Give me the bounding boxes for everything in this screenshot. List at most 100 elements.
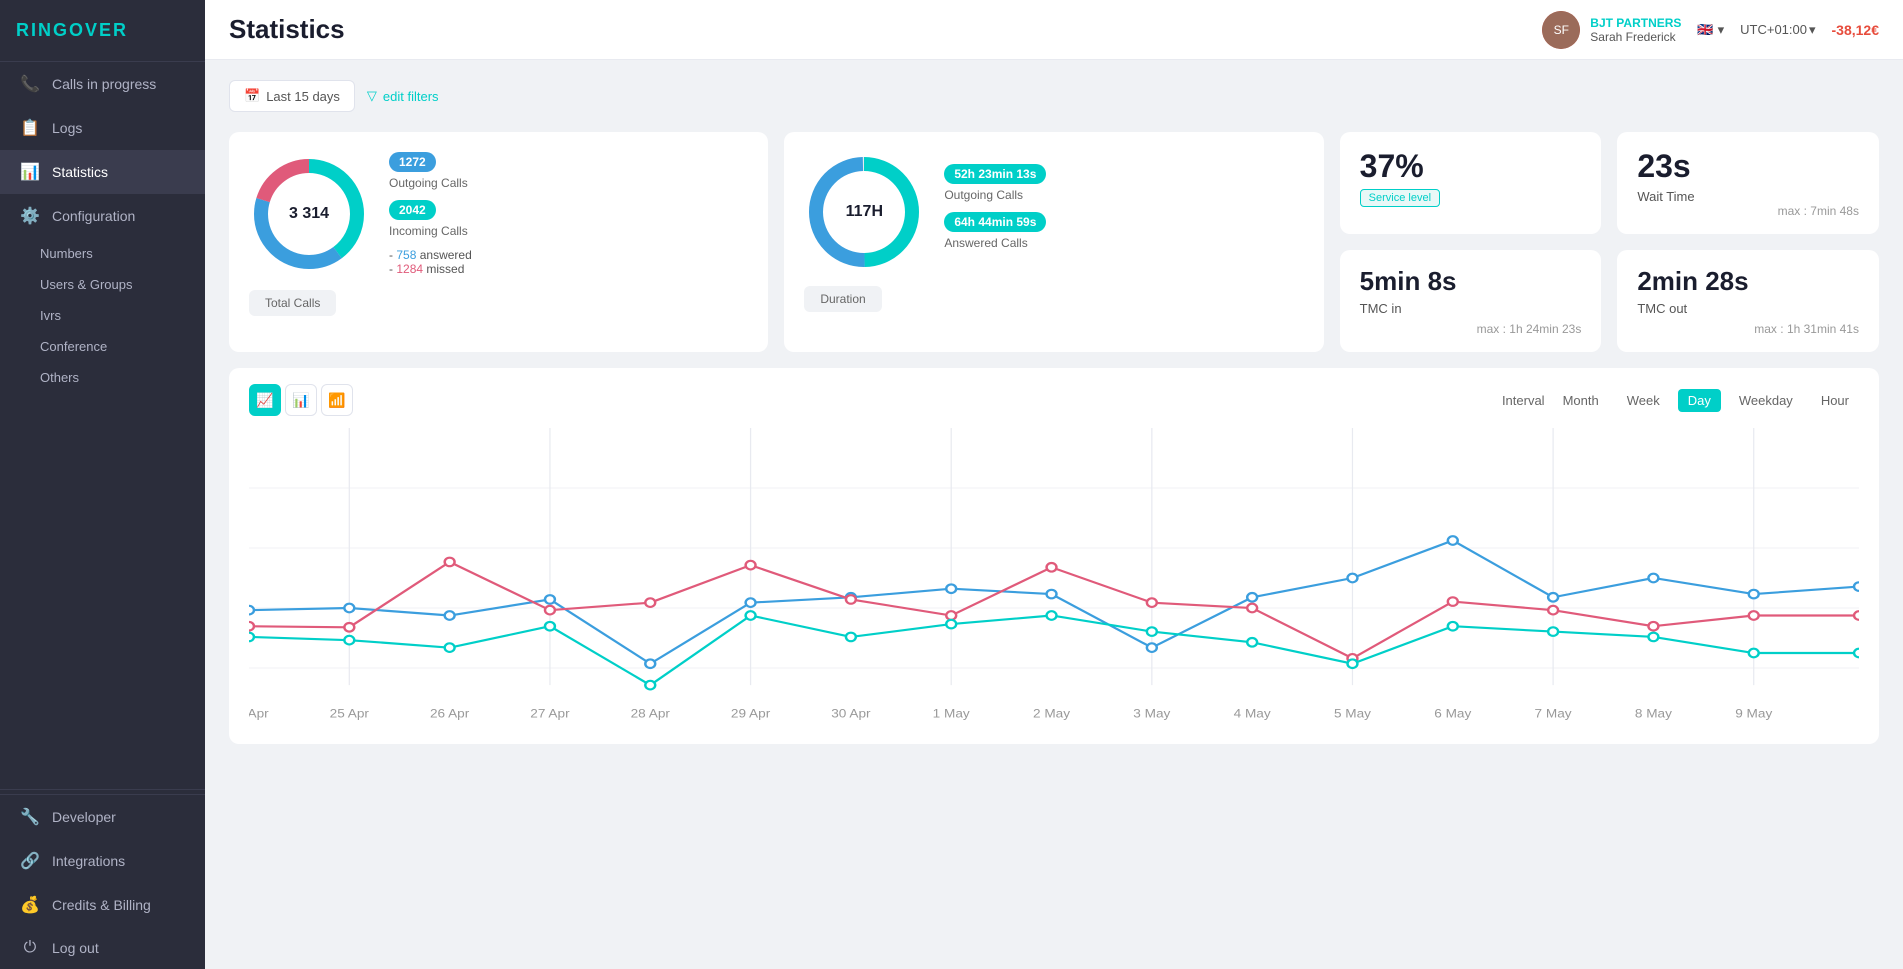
blue-dot (1749, 590, 1759, 599)
stacked-chart-button[interactable]: 📶 (321, 384, 353, 416)
period-filter-button[interactable]: 📅 Last 15 days (229, 80, 355, 112)
timezone-selector[interactable]: UTC+01:00 ▾ (1740, 22, 1815, 38)
sidebar-sub-others[interactable]: Others (0, 362, 205, 393)
edit-filters-button[interactable]: ▽ edit filters (367, 88, 439, 104)
sidebar-item-credits-billing[interactable]: 💰 Credits & Billing (0, 883, 205, 927)
donut-wrap: 3 314 (249, 154, 369, 274)
teal-dot (1348, 659, 1358, 668)
pink-line (249, 562, 1859, 658)
interval-month[interactable]: Month (1553, 389, 1609, 412)
blue-dot (645, 659, 655, 668)
filter-bar: 📅 Last 15 days ▽ edit filters (229, 80, 1879, 112)
sidebar-item-developer[interactable]: 🔧 Developer (0, 794, 205, 839)
teal-dot (1047, 611, 1057, 620)
pink-dot (946, 611, 956, 620)
avatar-initials: SF (1542, 11, 1580, 49)
user-name: Sarah Frederick (1590, 30, 1681, 44)
pink-dot (1854, 611, 1859, 620)
avatar: SF (1542, 11, 1580, 49)
sidebar-item-log-out[interactable]: ⏻ Log out (0, 927, 205, 969)
integrations-icon: 🔗 (20, 851, 40, 871)
interval-day[interactable]: Day (1678, 389, 1721, 412)
teal-dot (1854, 649, 1859, 658)
developer-icon: 🔧 (20, 807, 40, 827)
sidebar-item-label: Configuration (52, 208, 135, 224)
duration-footer: Duration (804, 286, 1303, 312)
donut-card: 3 314 1272 Outgoing Calls 2042 Incoming … (249, 152, 748, 276)
duration-info: 52h 23min 13s Outgoing Calls 64h 44min 5… (944, 164, 1303, 260)
teal-dot (946, 620, 956, 629)
outgoing-count: 1272 (389, 152, 436, 172)
blue-dot (1548, 593, 1558, 602)
duration-footer-button[interactable]: Duration (804, 286, 881, 312)
user-details: BJT PARTNERS Sarah Frederick (1590, 16, 1681, 44)
duration-donut-card: 117H 52h 23min 13s Outgoing Calls 64h 44… (804, 152, 1303, 272)
pink-dot (1147, 598, 1157, 607)
wait-time-value: 23s (1637, 148, 1859, 185)
mini-stats-grid: 37% Service level 23s Wait Time max : 7m… (1340, 132, 1879, 352)
x-label: 2 May (1033, 706, 1071, 720)
missed-info: - 1284 missed (389, 262, 748, 276)
calendar-icon: 📅 (244, 88, 260, 104)
sidebar: RINGOVER 📞 Calls in progress 📋 Logs 📊 St… (0, 0, 205, 969)
teal-dot (545, 622, 555, 631)
chart-toolbar: 📈 📊 📶 Interval Month Week Day Weekday Ho… (249, 384, 1859, 416)
sidebar-item-logs[interactable]: 📋 Logs (0, 106, 205, 150)
interval-week[interactable]: Week (1617, 389, 1670, 412)
total-calls-value: 3 314 (289, 205, 329, 223)
x-label: 29 Apr (731, 706, 771, 720)
balance: -38,12€ (1832, 22, 1879, 38)
tmc-out-card: 2min 28s TMC out max : 1h 31min 41s (1617, 250, 1879, 352)
bar-chart-button[interactable]: 📊 (285, 384, 317, 416)
tmc-in-label: TMC in (1360, 301, 1582, 316)
period-label: Last 15 days (266, 89, 340, 104)
duration-answered-time: 64h 44min 59s (944, 212, 1046, 232)
sidebar-item-label: Logs (52, 120, 82, 136)
total-calls-footer-button[interactable]: Total Calls (249, 290, 336, 316)
sidebar-sub-conference[interactable]: Conference (0, 331, 205, 362)
tmc-in-max: max : 1h 24min 23s (1360, 322, 1582, 336)
sidebar-sub-label: Numbers (40, 246, 93, 261)
blue-dot (946, 584, 956, 593)
chart-interval: Interval Month Week Day Weekday Hour (1502, 389, 1859, 412)
service-level-label: Service level (1360, 189, 1440, 207)
blue-dot (1448, 536, 1458, 545)
duration-answered-label: Answered Calls (944, 236, 1303, 250)
line-chart-button[interactable]: 📈 (249, 384, 281, 416)
line-chart-svg: 24 Apr 25 Apr 26 Apr 27 Apr 28 Apr 29 Ap… (249, 428, 1859, 728)
interval-hour[interactable]: Hour (1811, 389, 1859, 412)
sidebar-sub-numbers[interactable]: Numbers (0, 238, 205, 269)
blue-line (249, 541, 1859, 664)
blue-dot (445, 611, 455, 620)
sidebar-sub-users-groups[interactable]: Users & Groups (0, 269, 205, 300)
sidebar-sub-label: Others (40, 370, 79, 385)
x-label: 25 Apr (330, 706, 370, 720)
service-level-value: 37% (1360, 148, 1582, 185)
logo: RINGOVER (0, 0, 205, 62)
sidebar-sub-label: Ivrs (40, 308, 61, 323)
language-selector[interactable]: 🇬🇧 ▾ (1697, 22, 1724, 38)
sidebar-item-statistics[interactable]: 📊 Statistics (0, 150, 205, 194)
blue-dot (746, 598, 756, 607)
sidebar-item-label: Developer (52, 809, 116, 825)
sidebar-item-configuration[interactable]: ⚙️ Configuration (0, 194, 205, 238)
teal-dot (344, 636, 354, 645)
filter-icon: ▽ (367, 88, 377, 104)
wait-time-max: max : 7min 48s (1637, 204, 1859, 218)
sidebar-sub-ivrs[interactable]: Ivrs (0, 300, 205, 331)
edit-filters-label: edit filters (383, 89, 439, 104)
pink-dot (1247, 604, 1257, 613)
x-label: 30 Apr (831, 706, 871, 720)
teal-line (249, 616, 1859, 686)
stats-row: 3 314 1272 Outgoing Calls 2042 Incoming … (229, 132, 1879, 352)
tmc-in-value: 5min 8s (1360, 266, 1582, 297)
sidebar-item-calls-in-progress[interactable]: 📞 Calls in progress (0, 62, 205, 106)
teal-dot (249, 633, 254, 642)
x-label: 1 May (933, 706, 971, 720)
chart-type-buttons: 📈 📊 📶 (249, 384, 353, 416)
total-calls-footer: Total Calls (249, 290, 748, 316)
interval-weekday[interactable]: Weekday (1729, 389, 1803, 412)
sidebar-item-integrations[interactable]: 🔗 Integrations (0, 839, 205, 883)
x-label: 3 May (1133, 706, 1171, 720)
x-label: 5 May (1334, 706, 1372, 720)
